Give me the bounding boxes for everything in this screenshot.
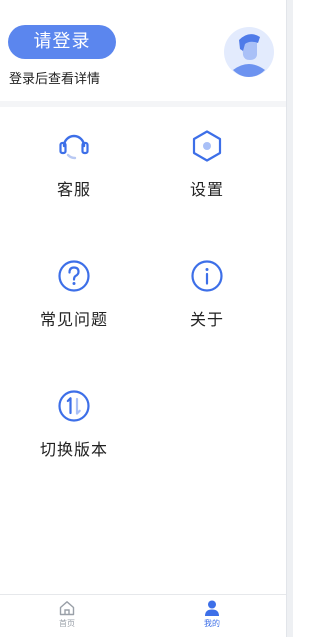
- profile-screen: 请登录 登录后查看详情 客服 设置 常见问题 关于 切换版本 首页 我的: [0, 0, 293, 637]
- login-button[interactable]: 请登录: [8, 25, 116, 59]
- tab-label: 我的: [204, 619, 220, 628]
- user-icon: [205, 600, 219, 616]
- info-icon: [191, 260, 223, 292]
- login-hint-text: 登录后查看详情: [9, 72, 101, 87]
- avatar[interactable]: [224, 27, 274, 77]
- bottom-tab-bar: 首页 我的: [0, 594, 286, 637]
- question-icon: [58, 260, 90, 292]
- tab-label: 首页: [59, 619, 75, 628]
- menu-item-label: 切换版本: [39, 440, 108, 459]
- home-icon: [59, 601, 75, 616]
- tab-mine[interactable]: 我的: [182, 599, 242, 629]
- section-divider: [0, 101, 286, 107]
- menu-item-about[interactable]: 关于: [157, 258, 257, 330]
- tab-home[interactable]: 首页: [37, 599, 97, 629]
- switch-version-icon: [58, 390, 90, 422]
- menu-item-customer-service[interactable]: 客服: [24, 128, 124, 200]
- menu-item-faq[interactable]: 常见问题: [24, 258, 124, 330]
- menu-item-label: 设置: [189, 180, 224, 199]
- menu-item-switch-version[interactable]: 切换版本: [24, 388, 124, 460]
- scrollbar-edge: [286, 0, 293, 637]
- menu-item-label: 客服: [56, 180, 91, 199]
- menu-item-label: 常见问题: [39, 310, 108, 329]
- settings-hexagon-icon: [192, 130, 222, 162]
- menu-item-label: 关于: [189, 310, 224, 329]
- headset-icon: [59, 134, 89, 160]
- menu-item-settings[interactable]: 设置: [157, 128, 257, 200]
